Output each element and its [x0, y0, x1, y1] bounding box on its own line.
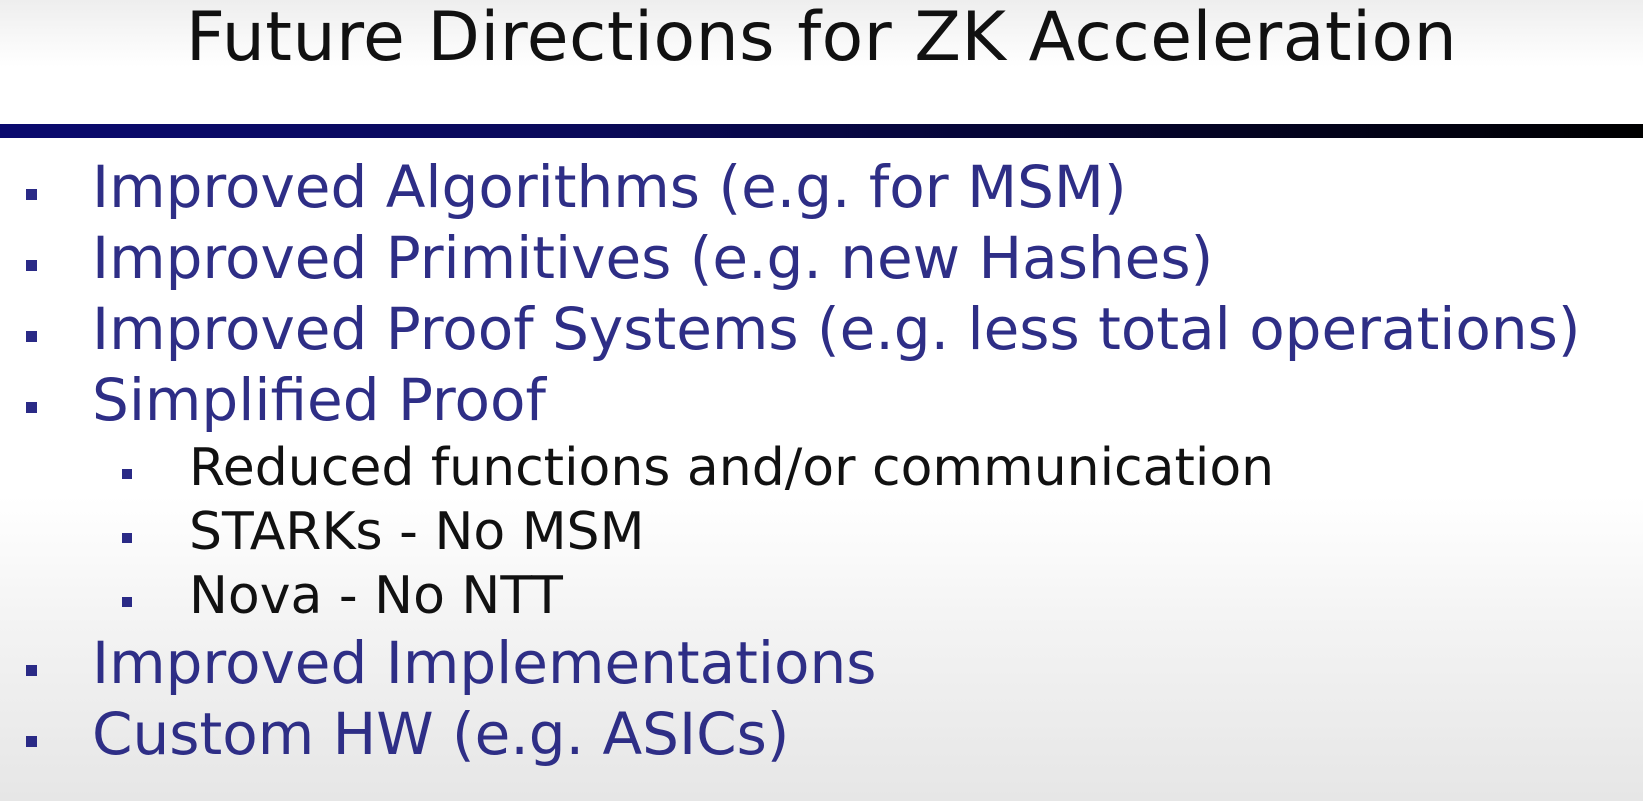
square-bullet-icon [26, 665, 37, 676]
sub-bullet-item-nova: Nova - No NTT [0, 564, 1643, 628]
square-bullet-icon [26, 260, 37, 271]
square-bullet-icon [26, 331, 37, 342]
bullet-text: Improved Algorithms (e.g. for MSM) [92, 153, 1127, 221]
square-bullet-icon [122, 533, 132, 543]
sub-bullet-item-reduced-functions: Reduced functions and/or communication [0, 436, 1643, 500]
title-divider [0, 124, 1643, 138]
bullet-item-custom-hw: Custom HW (e.g. ASICs) [0, 699, 1643, 770]
sub-bullet-text: STARKs - No MSM [189, 502, 645, 562]
bullet-list: Improved Algorithms (e.g. for MSM) Impro… [0, 152, 1643, 770]
square-bullet-icon [26, 402, 37, 413]
bullet-text: Improved Implementations [92, 629, 877, 697]
bullet-text: Improved Primitives (e.g. new Hashes) [92, 224, 1214, 292]
bullet-text: Simplified Proof [92, 366, 546, 434]
sub-bullet-text: Nova - No NTT [189, 566, 563, 626]
bullet-item-improved-algorithms: Improved Algorithms (e.g. for MSM) [0, 152, 1643, 223]
bullet-text: Custom HW (e.g. ASICs) [92, 700, 790, 768]
bullet-text: Improved Proof Systems (e.g. less total … [92, 295, 1581, 363]
square-bullet-icon [122, 597, 132, 607]
bullet-item-simplified-proof: Simplified Proof [0, 365, 1643, 436]
slide-title: Future Directions for ZK Acceleration [185, 0, 1458, 77]
square-bullet-icon [26, 189, 37, 200]
square-bullet-icon [26, 736, 37, 747]
bullet-item-improved-implementations: Improved Implementations [0, 628, 1643, 699]
bullet-item-improved-proof-systems: Improved Proof Systems (e.g. less total … [0, 294, 1643, 365]
sub-bullet-item-starks: STARKs - No MSM [0, 500, 1643, 564]
bullet-item-improved-primitives: Improved Primitives (e.g. new Hashes) [0, 223, 1643, 294]
square-bullet-icon [122, 469, 132, 479]
sub-bullet-text: Reduced functions and/or communication [189, 438, 1275, 498]
